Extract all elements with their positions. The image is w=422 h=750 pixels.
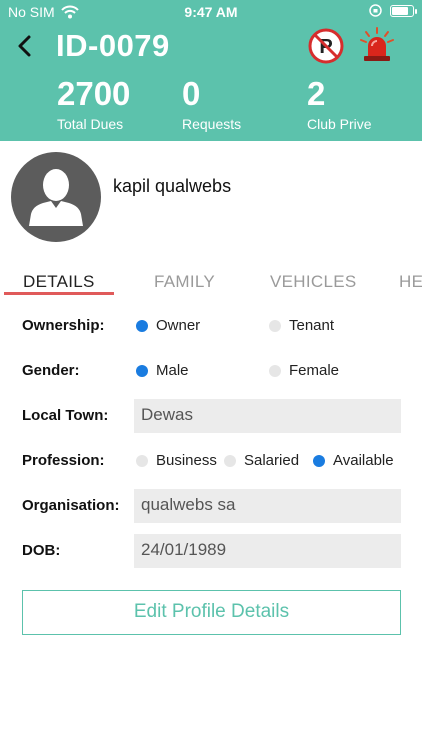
- dob-row: DOB: 24/01/1989: [22, 534, 402, 568]
- stat-label: Requests: [182, 116, 242, 132]
- radio-label: Owner: [156, 317, 201, 334]
- tab-vehicles[interactable]: VEHICLES: [270, 272, 357, 292]
- ownership-option-owner[interactable]: Owner: [136, 317, 200, 334]
- profile-section: kapil qualwebs: [0, 141, 422, 251]
- local-town-field[interactable]: Dewas: [134, 399, 401, 433]
- radio-dot: [224, 454, 236, 467]
- radio-label: Available: [333, 452, 394, 469]
- profession-option-business[interactable]: Business: [136, 452, 217, 469]
- back-arrow-icon[interactable]: [14, 32, 38, 60]
- stat-value: 2700: [57, 75, 131, 112]
- page-title: ID-0079: [56, 28, 170, 63]
- avatar[interactable]: [11, 152, 101, 242]
- organisation-row: Organisation: qualwebs sa: [22, 489, 402, 523]
- radio-label: Salaried: [244, 452, 300, 469]
- radio-dot: [136, 319, 148, 332]
- radio-dot: [313, 454, 325, 467]
- siren-icon[interactable]: [358, 26, 396, 64]
- radio-label: Female: [289, 362, 340, 379]
- stat-label: Total Dues: [57, 116, 124, 132]
- status-time: 9:47 AM: [184, 4, 238, 20]
- profession-option-salaried[interactable]: Salaried: [224, 452, 299, 469]
- tab-more[interactable]: HE: [399, 272, 422, 292]
- header: No SIM 9:47 AM ID-0079 P: [0, 0, 422, 141]
- profile-name: kapil qualwebs: [113, 176, 232, 196]
- organisation-label: Organisation:: [22, 497, 120, 514]
- radio-dot: [269, 319, 281, 332]
- radio-label: Business: [156, 452, 217, 469]
- dob-label: DOB:: [22, 542, 61, 559]
- radio-dot: [136, 454, 148, 467]
- user-silhouette-icon: [29, 169, 83, 226]
- ownership-option-tenant[interactable]: Tenant: [269, 317, 334, 334]
- local-town-row: Local Town: Dewas: [22, 399, 402, 433]
- gender-row: Gender: Male Female: [22, 354, 402, 388]
- stat-total-dues[interactable]: 2700 Total Dues: [57, 75, 131, 133]
- radio-label: Tenant: [289, 317, 335, 334]
- dob-field[interactable]: 24/01/1989: [134, 534, 401, 568]
- battery-icon: [390, 4, 417, 17]
- stat-value: 2: [307, 75, 326, 112]
- stat-club-prive[interactable]: 2 Club Prive: [307, 75, 372, 133]
- status-bar: No SIM 9:47 AM: [0, 0, 422, 24]
- radio-dot: [269, 364, 281, 377]
- radio-label: Male: [156, 362, 189, 379]
- gender-option-male[interactable]: Male: [136, 362, 189, 379]
- tab-family[interactable]: FAMILY: [154, 272, 215, 292]
- orientation-lock-icon: [369, 4, 382, 17]
- edit-profile-button[interactable]: Edit Profile Details: [22, 590, 401, 635]
- tab-details[interactable]: DETAILS: [23, 272, 95, 292]
- active-tab-indicator: [4, 292, 114, 295]
- no-parking-icon[interactable]: P: [308, 28, 344, 64]
- profession-option-available[interactable]: Available: [313, 452, 394, 469]
- organisation-field[interactable]: qualwebs sa: [134, 489, 401, 523]
- stat-value: 0: [182, 75, 201, 112]
- gender-option-female[interactable]: Female: [269, 362, 339, 379]
- profession-label: Profession:: [22, 452, 105, 469]
- gender-label: Gender:: [22, 362, 80, 379]
- stat-label: Club Prive: [307, 116, 372, 132]
- ownership-row: Ownership: Owner Tenant: [22, 309, 402, 343]
- radio-dot: [136, 364, 148, 377]
- profession-row: Profession: Business Salaried Available: [22, 444, 402, 478]
- stat-requests[interactable]: 0 Requests: [182, 75, 242, 133]
- ownership-label: Ownership:: [22, 317, 105, 334]
- local-town-label: Local Town:: [22, 407, 109, 424]
- tab-bar: DETAILS FAMILY VEHICLES HE: [0, 268, 422, 298]
